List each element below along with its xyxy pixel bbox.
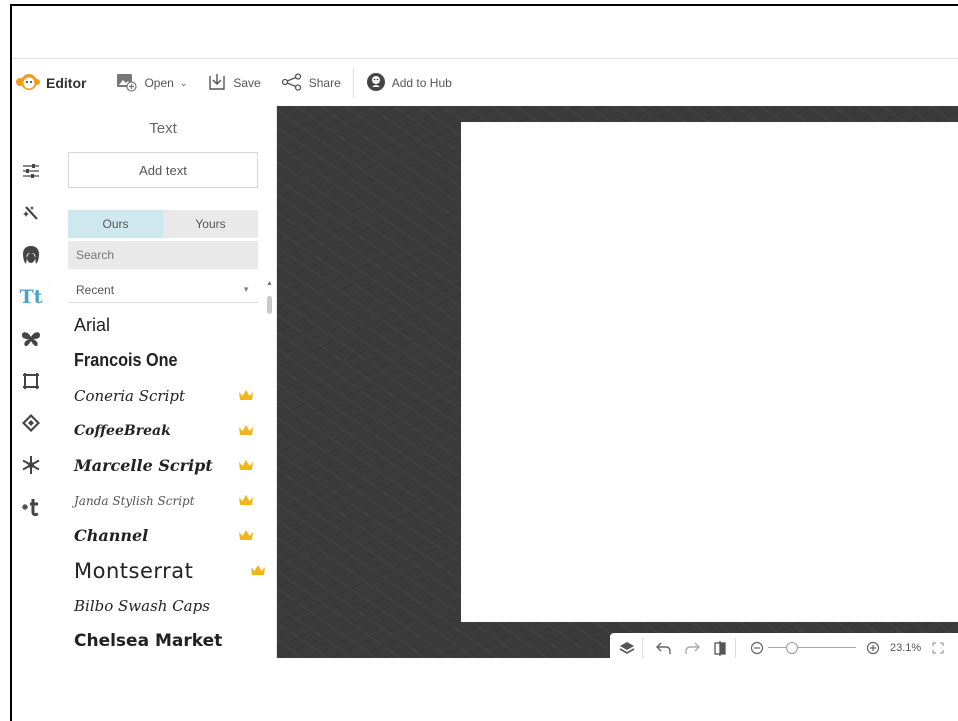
premium-crown-icon xyxy=(251,565,265,575)
premium-crown-icon xyxy=(239,495,253,505)
premium-crown-icon xyxy=(239,425,253,435)
zoom-slider-handle[interactable] xyxy=(786,642,798,654)
canvas-bottom-toolbar: 23.1% xyxy=(610,633,958,658)
text-tool-icon[interactable]: Tt xyxy=(12,282,50,312)
font-item-channel[interactable]: Channel xyxy=(74,518,258,553)
save-download-icon xyxy=(207,72,227,95)
font-item-francois-one[interactable]: Francois One xyxy=(74,343,240,378)
zoom-slider-track xyxy=(768,647,856,648)
themes-icon[interactable] xyxy=(12,492,50,522)
font-name: Channel xyxy=(74,526,149,545)
fullscreen-icon[interactable] xyxy=(927,636,949,658)
share-icon xyxy=(281,72,303,94)
save-label: Save xyxy=(233,76,261,90)
font-name: Francois One xyxy=(74,350,178,370)
font-item-bilbo-swash-caps[interactable]: Bilbo Swash Caps xyxy=(74,588,258,623)
tab-yours[interactable]: Yours xyxy=(163,210,258,238)
hub-icon xyxy=(366,72,386,95)
font-item-janda-stylish-script[interactable]: Janda Stylish Script xyxy=(74,483,258,518)
add-to-hub-button[interactable]: Add to Hub xyxy=(366,72,452,95)
scroll-up-arrow-icon[interactable]: ▲ xyxy=(266,280,273,287)
blank-artboard[interactable] xyxy=(461,122,958,622)
add-to-hub-label: Add to Hub xyxy=(391,76,452,90)
add-text-button[interactable]: Add text xyxy=(68,152,258,188)
text-tool-label: Tt xyxy=(19,286,43,308)
effects-wand-icon[interactable] xyxy=(12,198,50,228)
zoom-out-icon[interactable] xyxy=(746,636,768,658)
premium-crown-icon xyxy=(239,390,253,400)
font-item-chelsea-market[interactable]: Chelsea Market xyxy=(74,623,258,658)
font-filter-value: Recent xyxy=(76,282,115,297)
designs-snowflake-icon[interactable] xyxy=(12,450,50,480)
chevron-down-icon: ⌄ xyxy=(179,77,188,88)
text-panel: Text Add text Ours Yours Recent ▼ ▲ Aria… xyxy=(50,106,277,658)
canvas-workspace[interactable]: 23.1% xyxy=(277,106,958,658)
scroll-thumb[interactable] xyxy=(267,296,272,314)
compare-icon[interactable] xyxy=(709,636,731,658)
bottombar-divider xyxy=(735,638,736,658)
tab-ours[interactable]: Ours xyxy=(68,210,163,238)
top-toolbar: Editor Open ⌄ Save Share Add to Hub xyxy=(12,58,958,107)
undo-icon[interactable] xyxy=(653,636,675,658)
tool-icon-column: Tt xyxy=(12,106,58,658)
font-item-montserrat[interactable]: Montserrat xyxy=(74,553,265,588)
panel-title: Text xyxy=(149,120,177,137)
font-source-tabs: Ours Yours xyxy=(68,210,258,238)
zoom-slider[interactable] xyxy=(768,641,856,655)
font-item-coneria-script[interactable]: Coneria Script xyxy=(74,378,258,413)
font-name: Marcelle Script xyxy=(74,456,213,475)
layers-icon[interactable] xyxy=(616,636,638,658)
premium-crown-icon xyxy=(239,530,253,540)
textures-icon[interactable] xyxy=(12,408,50,438)
adjust-sliders-icon[interactable] xyxy=(12,156,50,186)
font-name: Janda Stylish Script xyxy=(74,493,195,508)
zoom-in-icon[interactable] xyxy=(862,636,884,658)
dropdown-caret-icon: ▼ xyxy=(242,285,250,294)
open-image-icon xyxy=(116,72,138,95)
editor-brand[interactable]: Editor xyxy=(14,73,86,94)
font-name: Chelsea Market xyxy=(74,630,223,651)
bottombar-divider xyxy=(642,638,643,658)
touch-up-face-icon[interactable] xyxy=(12,240,50,270)
font-name: Bilbo Swash Caps xyxy=(74,596,210,615)
editor-app: Editor Open ⌄ Save Share Add to Hub Tt T… xyxy=(12,58,958,658)
font-filter-select[interactable]: Recent ▼ xyxy=(68,277,258,303)
save-button[interactable]: Save xyxy=(207,72,261,95)
frames-icon[interactable] xyxy=(12,366,50,396)
redo-icon[interactable] xyxy=(681,636,703,658)
zoom-level: 23.1% xyxy=(890,642,922,654)
font-name: Arial xyxy=(74,315,111,335)
font-name: CoffeeBreak xyxy=(74,422,171,439)
font-list-scrollbar[interactable]: ▲ xyxy=(264,280,274,658)
share-button[interactable]: Share xyxy=(281,72,341,94)
premium-crown-icon xyxy=(239,460,253,470)
open-button[interactable]: Open ⌄ xyxy=(116,72,187,95)
brand-monkey-icon xyxy=(14,73,40,94)
font-item-marcelle-script[interactable]: Marcelle Script xyxy=(74,448,258,483)
font-search-input[interactable] xyxy=(68,241,258,269)
overlays-butterfly-icon[interactable] xyxy=(12,324,50,354)
font-list: Arial Francois One Coneria Script Coffee… xyxy=(74,308,265,658)
font-item-coffeebreak[interactable]: CoffeeBreak xyxy=(74,413,258,448)
brand-label: Editor xyxy=(46,75,87,91)
font-name: Coneria Script xyxy=(74,386,185,405)
toolbar-divider xyxy=(352,68,354,98)
font-name: Montserrat xyxy=(74,558,194,583)
font-item-arial[interactable]: Arial xyxy=(74,308,258,343)
share-label: Share xyxy=(308,76,341,90)
open-label: Open xyxy=(144,76,174,90)
